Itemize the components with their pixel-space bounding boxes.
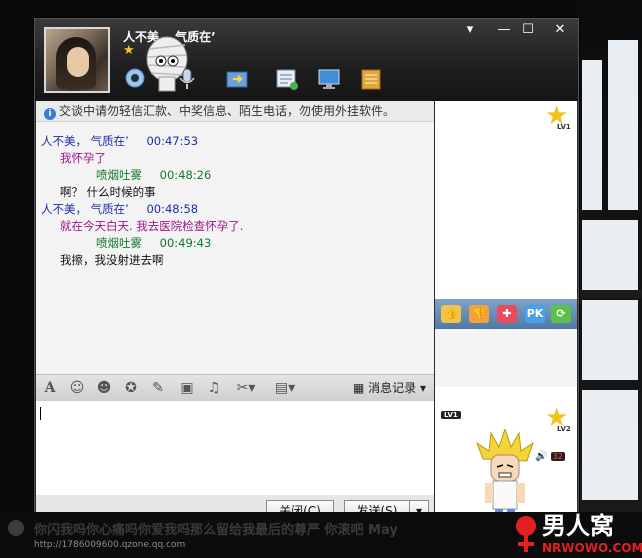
shake-icon[interactable]: ✪	[123, 380, 139, 396]
minimize-button[interactable]: —	[493, 21, 515, 39]
pk-icon[interactable]: PK	[525, 305, 545, 323]
avatar-face	[67, 47, 89, 77]
level-badge: LV1	[441, 411, 461, 419]
message-header: 喷烟吐雾 00:48:26	[96, 167, 211, 183]
refresh-icon[interactable]: ⟳	[551, 305, 571, 323]
window-pane	[582, 220, 638, 290]
level-badge: LV2	[557, 425, 571, 433]
font-icon[interactable]: A	[42, 380, 58, 396]
close-icon[interactable]: ✕	[549, 21, 571, 39]
message-text: 就在今天白天. 我去医院检查怀孕了.	[60, 219, 244, 233]
send-file-icon[interactable]	[225, 67, 249, 91]
message-time: 00:48:26	[159, 168, 212, 182]
screenshot-icon[interactable]: ✂▾	[233, 380, 259, 396]
message-sender: 人不美， 气质在’	[41, 134, 129, 148]
remote-assist-icon[interactable]	[317, 67, 341, 91]
gift-icon[interactable]: ✚	[497, 305, 517, 323]
title-bar: 人不美， 气质在’ ★ ▾ — ☐ ✕	[35, 19, 578, 101]
window-pane	[582, 60, 602, 210]
chevron-down-icon: ▾	[416, 381, 426, 395]
emoji-icon[interactable]: ☺	[69, 380, 85, 396]
input-toolbar: A ☺ ☻ ✪ ✎ ▣ ♫ ✂▾ ▤▾ ▦ 消息记录 ▾	[36, 374, 434, 402]
message-text: 啊？ 什么时候的事	[60, 185, 156, 199]
chevron-down-icon[interactable]: ▾	[459, 21, 481, 39]
message-sender: 喷烟吐雾	[96, 236, 142, 250]
send-sms-icon[interactable]	[275, 67, 299, 91]
handwriting-icon[interactable]: ✎	[150, 380, 166, 396]
thumbs-up-icon[interactable]: 👍	[441, 305, 461, 323]
svg-text:男人窝: 男人窝	[542, 512, 614, 540]
message-text: 我擦，我没射进去啊	[60, 253, 164, 267]
magic-emoji-icon[interactable]: ☻	[96, 380, 112, 396]
window-frame	[578, 290, 642, 298]
text-caret	[40, 407, 41, 420]
video-chat-icon[interactable]	[123, 67, 147, 91]
qzone-icon	[8, 520, 24, 536]
svg-text:NRWOWO.COM: NRWOWO.COM	[542, 541, 642, 555]
thumbs-down-icon[interactable]: 👎	[469, 305, 489, 323]
maximize-button[interactable]: ☐	[517, 21, 539, 39]
nrwowo-logo: 男人窝 NRWOWO.COM	[516, 512, 642, 555]
message-text: 我怀孕了	[60, 151, 106, 165]
window-pane	[582, 300, 638, 380]
speaker-icon: 🔊	[535, 451, 548, 462]
chat-window: 人不美， 气质在’ ★ ▾ — ☐ ✕ i 交谈中请勿轻信汇款、中奖信息、陌生电…	[34, 18, 579, 528]
message-input[interactable]	[36, 401, 434, 495]
window-pane	[582, 390, 638, 500]
footer-text: 你闪我吗你心痛吗你爱我吗那么留给我最后的尊严 你滚吧 May	[34, 523, 398, 538]
message-history-button[interactable]: ▦ 消息记录 ▾	[353, 379, 426, 397]
contact-avatar[interactable]	[44, 27, 110, 93]
voice-chat-icon[interactable]	[175, 67, 199, 91]
music-icon[interactable]: ♫	[206, 380, 222, 396]
message-time: 00:49:43	[159, 236, 212, 250]
message-header: 喷烟吐雾 00:49:43	[96, 235, 211, 251]
message-header: 人不美， 气质在’ 00:47:53	[41, 133, 198, 149]
footer-url: http://1786009600.qzone.qq.com	[34, 540, 186, 550]
notice-text: 交谈中请勿轻信汇款、中奖信息、陌生电话，勿使用外挂软件。	[59, 104, 396, 118]
image-icon[interactable]: ▣	[179, 380, 195, 396]
app-box-icon[interactable]	[359, 67, 383, 91]
message-sender: 人不美， 气质在’	[41, 202, 129, 216]
more-icon[interactable]: ▤▾	[272, 380, 298, 396]
message-time: 00:47:53	[146, 134, 199, 148]
message-header: 人不美， 气质在’ 00:48:58	[41, 201, 198, 217]
background-window	[578, 0, 642, 520]
contact-show-panel: ★ LV1	[435, 101, 577, 299]
show-spacer	[435, 329, 577, 387]
history-label: 消息记录	[368, 381, 417, 395]
message-sender: 喷烟吐雾	[96, 168, 142, 182]
message-time: 00:48:58	[146, 202, 199, 216]
info-icon: i	[44, 108, 56, 120]
clock-icon: ▦	[352, 381, 369, 395]
volume-indicator[interactable]: 🔊 32	[535, 451, 565, 462]
security-notice: i 交谈中请勿轻信汇款、中奖信息、陌生电话，勿使用外挂软件。	[36, 101, 434, 122]
level-badge: LV1	[557, 123, 571, 131]
window-pane	[608, 40, 638, 210]
show-action-strip: 👍 👎 ✚ PK ⟳	[435, 299, 577, 329]
message-history[interactable]: 人不美， 气质在’ 00:47:53 我怀孕了 喷烟吐雾 00:48:26 啊？…	[36, 122, 434, 374]
volume-value: 32	[550, 452, 565, 461]
